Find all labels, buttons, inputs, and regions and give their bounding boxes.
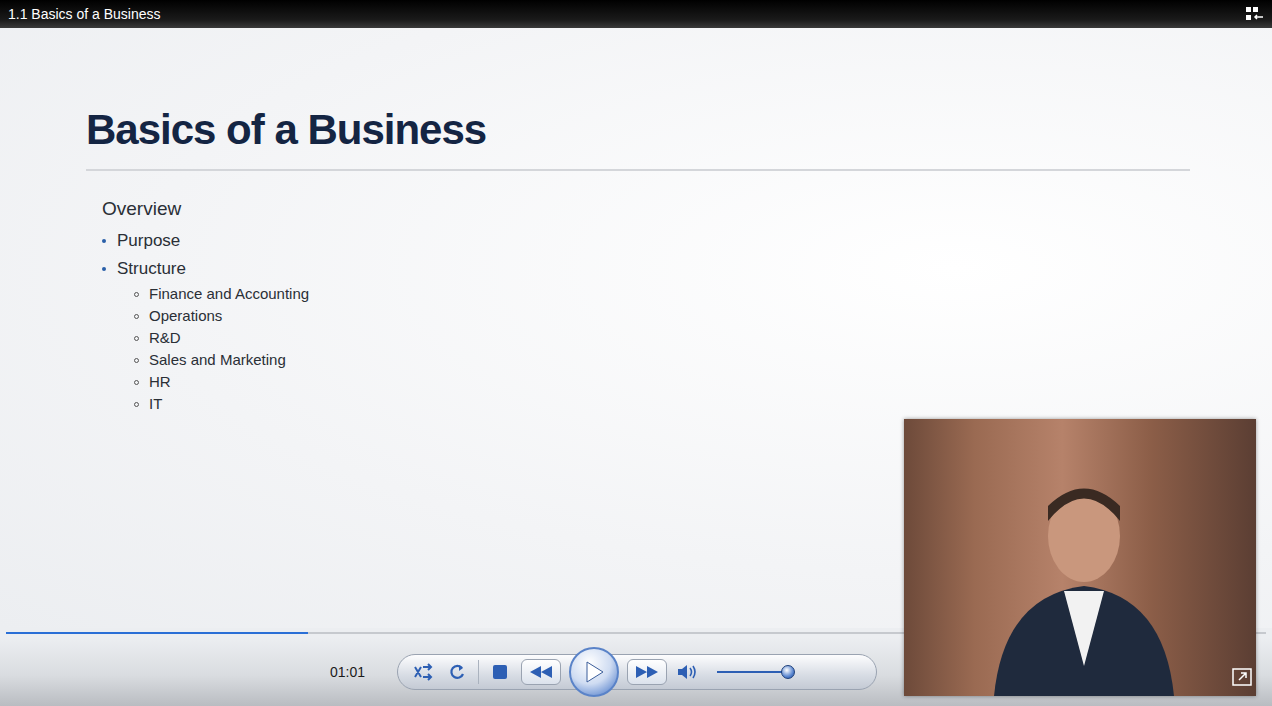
separator (478, 660, 479, 684)
sub-bullet-icon (134, 380, 139, 385)
play-button[interactable] (569, 647, 619, 697)
slide-list-item: R&D (102, 327, 1190, 349)
slide-list-item: Structure (102, 255, 1190, 283)
player-window: 1.1 Basics of a Business Basics of a Busi… (0, 0, 1272, 706)
rewind-button[interactable] (521, 659, 561, 685)
title-bar: 1.1 Basics of a Business (0, 0, 1272, 28)
presenter-video (904, 419, 1256, 696)
transport-controls (397, 654, 877, 690)
stop-icon[interactable] (487, 659, 513, 685)
repeat-icon[interactable] (444, 659, 470, 685)
volume-slider[interactable] (717, 671, 793, 673)
fast-forward-button[interactable] (627, 659, 667, 685)
expand-icon[interactable] (1232, 668, 1252, 686)
slide-heading: Overview (102, 197, 1190, 222)
slide-list-text: Operations (149, 305, 222, 327)
layout-toggle-icon[interactable] (1246, 7, 1264, 21)
slide-list-text: HR (149, 371, 171, 393)
sub-bullet-icon (134, 402, 139, 407)
slide-list-item: IT (102, 393, 1190, 415)
slide-list-item: Finance and Accounting (102, 283, 1190, 305)
volume-icon[interactable] (675, 659, 701, 685)
slide-list-text: R&D (149, 327, 181, 349)
slide-list-text: Finance and Accounting (149, 283, 309, 305)
time-display: 01:01 (330, 662, 380, 683)
sub-bullet-icon (134, 292, 139, 297)
slide-list-text: IT (149, 393, 162, 415)
bullet-icon (102, 239, 106, 243)
slide-list-text: Sales and Marketing (149, 349, 286, 371)
bullet-icon (102, 267, 106, 271)
slide-list-item: Sales and Marketing (102, 349, 1190, 371)
slide-list-item: Operations (102, 305, 1190, 327)
slide-list: PurposeStructureFinance and AccountingOp… (86, 227, 1190, 415)
slide-title: Basics of a Business (86, 104, 1190, 157)
volume-fill (717, 671, 788, 673)
sub-bullet-icon (134, 336, 139, 341)
window-title: 1.1 Basics of a Business (8, 4, 161, 25)
slide-list-text: Purpose (117, 227, 180, 255)
sub-bullet-icon (134, 314, 139, 319)
slide-list-item: HR (102, 371, 1190, 393)
volume-knob[interactable] (781, 665, 795, 679)
shuffle-icon[interactable] (410, 659, 436, 685)
slide-list-text: Structure (117, 255, 186, 283)
slide-list-item: Purpose (102, 227, 1190, 255)
sub-bullet-icon (134, 358, 139, 363)
title-rule (86, 169, 1190, 171)
progress-fill (6, 632, 308, 634)
